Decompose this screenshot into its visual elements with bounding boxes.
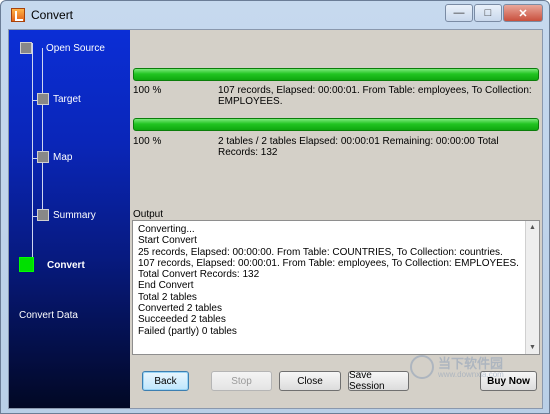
table-progress-bar (133, 68, 539, 81)
back-button[interactable]: Back (142, 371, 189, 391)
output-line: 107 records, Elapsed: 00:00:01. From Tab… (138, 257, 519, 269)
close-button[interactable]: Close (279, 371, 341, 391)
step-marker-target (37, 93, 49, 105)
progress-panel: 100 % 107 records, Elapsed: 00:00:01. Fr… (132, 30, 542, 212)
wizard-client-area: Open Source Target Map Summary Convert C… (8, 29, 543, 409)
step-label-target[interactable]: Target (53, 94, 81, 105)
total-progress-percent: 100 % (133, 136, 162, 147)
output-line: Converting... (138, 224, 195, 235)
table-progress-detail: 107 records, Elapsed: 00:00:01. From Tab… (218, 85, 532, 96)
scroll-up-arrow-icon[interactable]: ▲ (526, 221, 539, 234)
total-progress-detail-cont: Records: 132 (218, 147, 278, 158)
step-label-map[interactable]: Map (53, 152, 72, 163)
output-line: Succeeded 2 tables (138, 314, 226, 326)
window-controls: — □ ✕ (444, 4, 543, 22)
table-progress-percent: 100 % (133, 85, 162, 96)
output-line: Failed (partly) 0 tables (138, 325, 237, 337)
output-label: Output (133, 209, 164, 220)
output-line: 25 records, Elapsed: 00:00:00. From Tabl… (138, 246, 503, 258)
step-label-summary[interactable]: Summary (53, 210, 96, 221)
tree-connector (32, 43, 33, 265)
output-scrollbar[interactable]: ▲ ▼ (525, 221, 539, 354)
buy-now-button[interactable]: Buy Now (480, 371, 537, 391)
step-marker-summary (37, 209, 49, 221)
save-session-button[interactable]: Save Session (348, 370, 409, 392)
close-window-button[interactable]: ✕ (503, 4, 543, 22)
step-marker-convert-active (19, 257, 34, 272)
step-marker-map (37, 151, 49, 163)
maximize-button[interactable]: □ (474, 4, 502, 22)
total-progress-detail: 2 tables / 2 tables Elapsed: 00:00:01 Re… (218, 136, 499, 147)
minimize-button[interactable]: — (445, 4, 473, 22)
output-line: Total 2 tables (138, 291, 197, 303)
output-line: Converted 2 tables (138, 303, 222, 315)
step-marker-open-source (20, 42, 32, 54)
wizard-content: 100 % 107 records, Elapsed: 00:00:01. Fr… (132, 30, 542, 408)
output-line: Start Convert (138, 235, 197, 247)
tree-connector (42, 48, 43, 218)
stop-button[interactable]: Stop (211, 371, 272, 391)
window-title: Convert (31, 8, 74, 22)
total-progress-bar (133, 118, 539, 131)
output-log[interactable]: Converting... Start Convert 25 records, … (132, 220, 540, 355)
sidebar-footer-label: Convert Data (19, 310, 78, 321)
title-bar: Convert — □ ✕ (1, 1, 549, 29)
table-progress-detail-cont: EMPLOYEES. (218, 96, 283, 107)
output-line: End Convert (138, 280, 194, 292)
app-icon (11, 8, 25, 22)
output-line: Total Convert Records: 132 (138, 269, 260, 281)
scroll-down-arrow-icon[interactable]: ▼ (526, 341, 539, 354)
wizard-steps-sidebar: Open Source Target Map Summary Convert C… (9, 30, 130, 408)
convert-window: Convert — □ ✕ Open Source Target Map Sum… (0, 0, 550, 414)
wizard-button-bar: Back Stop Close Save Session Buy Now (132, 357, 542, 408)
step-label-open-source[interactable]: Open Source (46, 43, 105, 54)
step-label-convert[interactable]: Convert (47, 260, 85, 271)
output-lines: Converting... Start Convert 25 records, … (138, 224, 523, 337)
